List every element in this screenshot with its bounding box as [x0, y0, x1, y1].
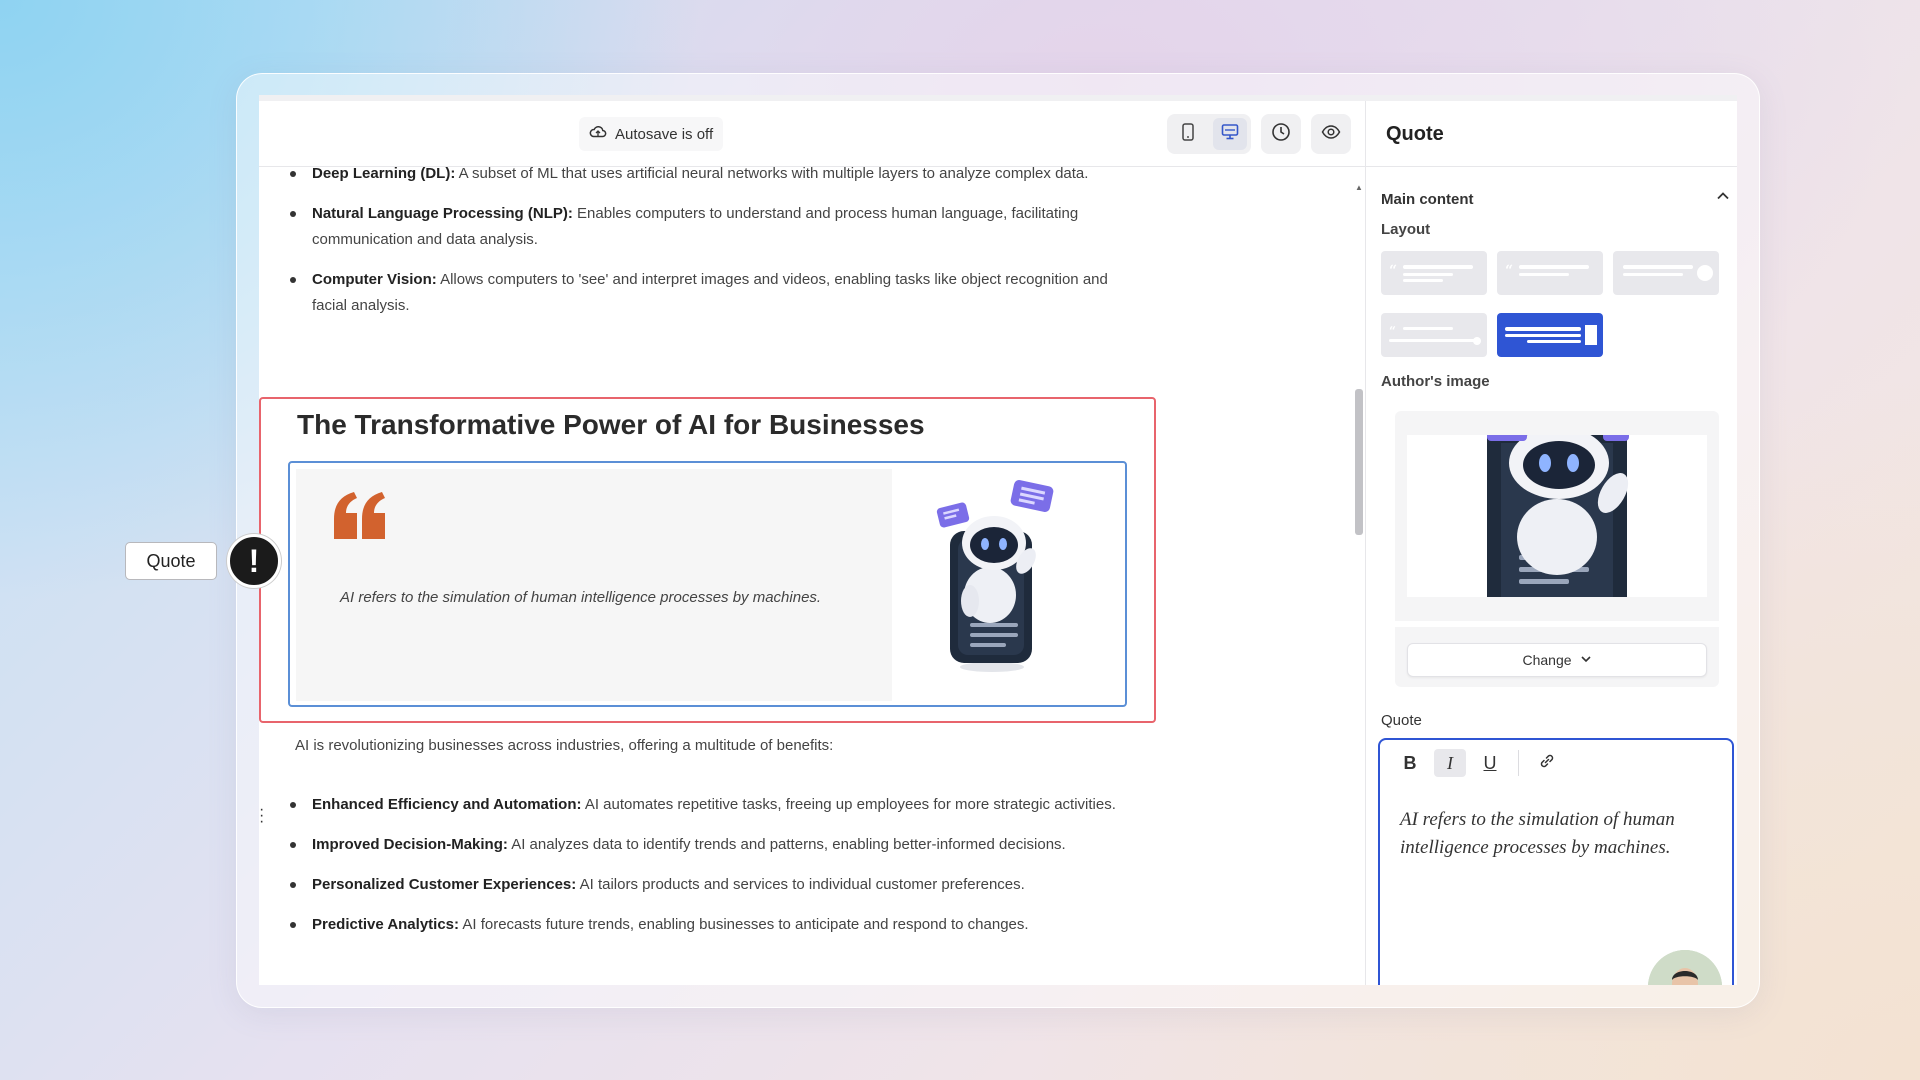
chevron-down-icon	[1580, 652, 1592, 668]
list-item[interactable]: Computer Vision: Allows computers to 'se…	[290, 267, 1142, 319]
list-item[interactable]: Personalized Customer Experiences: AI ta…	[290, 872, 1142, 898]
desktop-view-button[interactable]	[1213, 118, 1247, 150]
list-item[interactable]: Deep Learning (DL): A subset of ML that …	[290, 167, 1142, 187]
underline-icon: U	[1483, 752, 1497, 773]
list-item[interactable]: Improved Decision-Making: AI analyzes da…	[290, 832, 1142, 858]
properties-sidebar: Quote Main content Layout “ “ “ Author's…	[1365, 101, 1737, 985]
change-button-label: Change	[1522, 652, 1572, 668]
alert-icon[interactable]: !	[227, 534, 281, 588]
bold-button[interactable]: B	[1394, 749, 1426, 777]
quote-text[interactable]: AI refers to the simulation of human int…	[340, 589, 821, 606]
top-bullet-list: Deep Learning (DL): A subset of ML that …	[290, 167, 1142, 333]
article-content: Deep Learning (DL): A subset of ML that …	[259, 167, 1351, 985]
scroll-up-arrow-icon[interactable]: ▲	[1355, 183, 1363, 192]
svg-text:“: “	[1505, 263, 1513, 279]
quote-mark-icon	[332, 491, 388, 546]
eye-icon	[1321, 122, 1341, 147]
avatar[interactable]	[1648, 950, 1722, 985]
italic-icon: I	[1447, 752, 1453, 773]
drag-handle-icon[interactable]: · · ·	[259, 802, 264, 830]
format-toolbar: B I U	[1380, 740, 1732, 786]
list-item[interactable]: Predictive Analytics: AI forecasts futur…	[290, 912, 1142, 938]
author-image-preview[interactable]	[1407, 435, 1707, 597]
layout-option-2[interactable]: “	[1497, 251, 1603, 295]
autosave-label: Autosave is off	[615, 125, 714, 143]
quote-input-text[interactable]: AI refers to the simulation of human int…	[1400, 806, 1720, 862]
section-heading[interactable]: The Transformative Power of AI for Busin…	[297, 409, 925, 441]
sidebar-title: Quote	[1366, 101, 1737, 167]
history-button[interactable]	[1261, 114, 1301, 154]
italic-button[interactable]: I	[1434, 749, 1466, 777]
editor-toolbar: Autosave is off	[259, 101, 1365, 167]
change-image-button[interactable]: Change	[1407, 643, 1707, 677]
desktop-icon	[1221, 123, 1239, 146]
main-content-heading[interactable]: Main content	[1381, 191, 1474, 208]
editor-panel: Autosave is off Deep Learning (DL): A su…	[259, 101, 1365, 985]
quote-field-label: Quote	[1381, 712, 1422, 729]
quote-block-tag[interactable]: Quote	[125, 542, 217, 580]
benefit-bullet-list: Enhanced Efficiency and Automation: AI a…	[290, 792, 1142, 952]
layout-option-1[interactable]: “	[1381, 251, 1487, 295]
link-icon	[1538, 752, 1556, 775]
preview-button[interactable]	[1311, 114, 1351, 154]
intro-paragraph[interactable]: AI is revolutionizing businesses across …	[295, 737, 833, 754]
author-image-label: Author's image	[1381, 373, 1490, 390]
toolbar-divider	[1518, 750, 1519, 776]
underline-button[interactable]: U	[1474, 749, 1506, 777]
layout-option-3[interactable]	[1613, 251, 1719, 295]
author-image-card: Change	[1395, 411, 1719, 687]
selected-section[interactable]: The Transformative Power of AI for Busin…	[259, 397, 1156, 723]
layout-option-4[interactable]: “	[1381, 313, 1487, 357]
author-image[interactable]	[930, 477, 1060, 682]
quote-rich-text-editor[interactable]: B I U AI refers to the simulation of hum…	[1378, 738, 1734, 985]
cloud-icon	[589, 124, 607, 144]
list-item[interactable]: Enhanced Efficiency and Automation: AI a…	[290, 792, 1142, 818]
mobile-view-button[interactable]	[1171, 118, 1205, 150]
quote-panel: AI refers to the simulation of human int…	[296, 469, 892, 701]
chevron-up-icon[interactable]	[1716, 189, 1730, 208]
svg-text:“: “	[1389, 263, 1397, 279]
list-item[interactable]: Natural Language Processing (NLP): Enabl…	[290, 201, 1142, 253]
link-button[interactable]	[1531, 749, 1563, 777]
mobile-icon	[1182, 122, 1194, 146]
bold-icon: B	[1403, 752, 1417, 773]
layout-label: Layout	[1381, 221, 1431, 238]
device-toggle	[1167, 114, 1251, 154]
editor-app: Autosave is off Deep Learning (DL): A su…	[259, 95, 1737, 985]
card-divider	[1395, 621, 1719, 627]
clock-icon	[1271, 122, 1291, 147]
autosave-status[interactable]: Autosave is off	[579, 117, 724, 151]
layout-option-5[interactable]	[1497, 313, 1603, 357]
quote-block[interactable]: AI refers to the simulation of human int…	[288, 461, 1127, 707]
scrollbar-thumb[interactable]	[1355, 389, 1363, 535]
svg-text:“: “	[1389, 324, 1396, 338]
